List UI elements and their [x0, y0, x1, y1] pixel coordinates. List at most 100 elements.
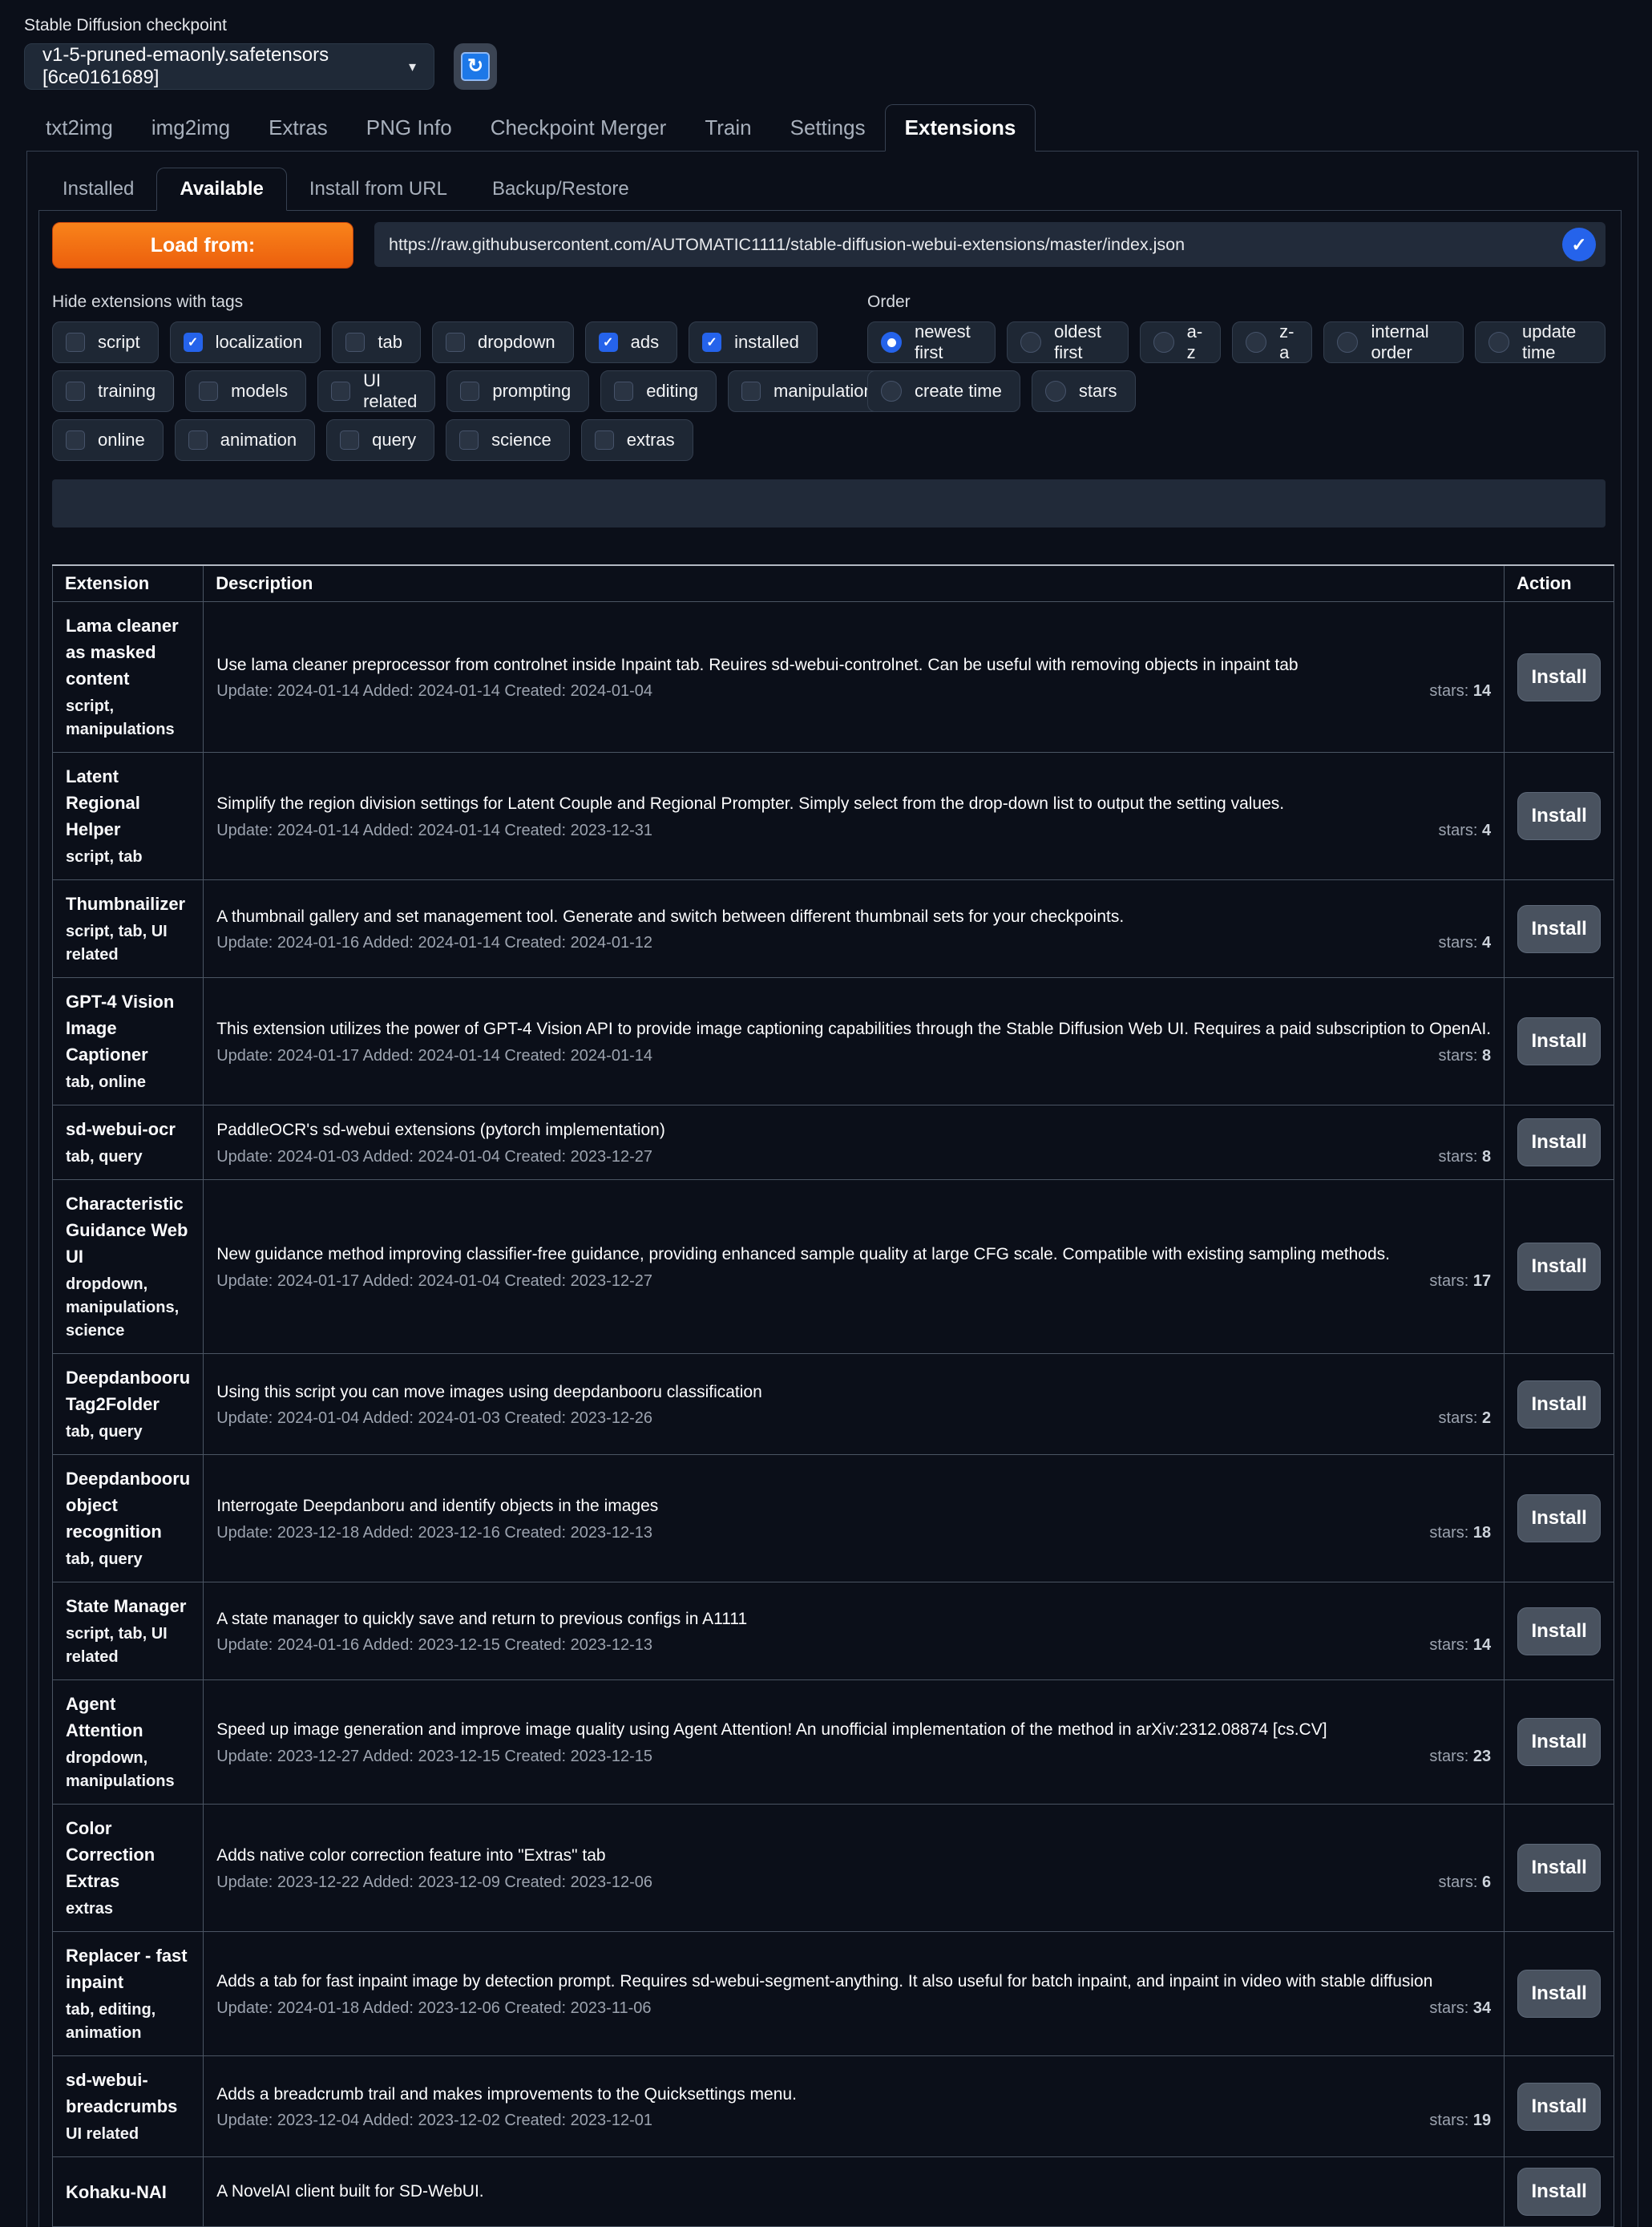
filter-chip-extras[interactable]: extras: [581, 419, 693, 461]
order-option-stars[interactable]: stars: [1032, 370, 1136, 412]
subtab-installed[interactable]: Installed: [40, 168, 156, 210]
filter-chip-models[interactable]: models: [185, 370, 306, 412]
order-option-z-a[interactable]: z-a: [1232, 321, 1312, 363]
filter-chip-label: tab: [378, 332, 402, 353]
checkbox-unchecked-icon: [340, 430, 359, 450]
filter-chip-online[interactable]: online: [52, 419, 164, 461]
filter-chip-training[interactable]: training: [52, 370, 174, 412]
extension-description: Adds native color correction feature int…: [216, 1844, 1491, 1868]
extension-description: A NovelAI client built for SD-WebUI.: [216, 2180, 1491, 2204]
tab-train[interactable]: Train: [685, 105, 770, 151]
install-button[interactable]: Install: [1517, 1970, 1601, 2018]
order-option-a-z[interactable]: a-z: [1140, 321, 1222, 363]
install-button[interactable]: Install: [1517, 905, 1601, 953]
extension-name: Characteristic Guidance Web UI: [66, 1190, 190, 1270]
install-button[interactable]: Install: [1517, 1607, 1601, 1655]
table-row: Lama cleaner as masked contentscript, ma…: [53, 602, 1614, 753]
tab-extras[interactable]: Extras: [249, 105, 347, 151]
subtab-backup-restore[interactable]: Backup/Restore: [470, 168, 652, 210]
stars-count: stars: 2: [1439, 1409, 1492, 1428]
filter-chip-label: installed: [734, 332, 799, 353]
filter-chip-label: training: [98, 381, 156, 402]
table-row: Deepdanbooru object recognition tab, quer…: [53, 1455, 1614, 1582]
checkpoint-label: Stable Diffusion checkpoint: [24, 16, 1652, 35]
table-row: Latent Regional Helperscript, tabSimplif…: [53, 753, 1614, 880]
filter-chip-localization[interactable]: ✓localization: [170, 321, 321, 363]
radio-unselected-icon: [1045, 381, 1066, 402]
checkbox-unchecked-icon: [345, 333, 365, 352]
refresh-checkpoint-button[interactable]: ↻: [454, 43, 497, 90]
tab-checkpoint-merger[interactable]: Checkpoint Merger: [471, 105, 686, 151]
stars-count: stars: 14: [1429, 682, 1491, 701]
order-option-label: create time: [915, 381, 1002, 402]
checkbox-unchecked-icon: [66, 382, 85, 401]
filter-chip-label: prompting: [492, 381, 571, 402]
checkpoint-select[interactable]: v1-5-pruned-emaonly.safetensors [6ce0161…: [24, 43, 434, 90]
radio-unselected-icon: [1246, 332, 1266, 353]
install-button[interactable]: Install: [1517, 2083, 1601, 2131]
subtab-available[interactable]: Available: [156, 168, 287, 211]
order-option-internal-order[interactable]: internal order: [1323, 321, 1464, 363]
filter-chip-installed[interactable]: ✓ installed: [689, 321, 818, 363]
filter-chip-query[interactable]: query: [326, 419, 434, 461]
extension-name: Lama cleaner as masked content: [66, 612, 190, 692]
table-row: GPT-4 Vision Image Captionertab, onlineT…: [53, 978, 1614, 1105]
extension-tags: dropdown, manipulations: [66, 1747, 190, 1793]
extension-tags: script, tab: [66, 846, 190, 869]
extension-name: sd-webui-breadcrumbs: [66, 2067, 190, 2120]
install-button[interactable]: Install: [1517, 653, 1601, 701]
radio-selected-icon: [881, 332, 902, 353]
filter-chip-tab[interactable]: tab: [332, 321, 421, 363]
stars-count: stars: 8: [1439, 1148, 1492, 1166]
extension-name: Deepdanbooru object recognition: [66, 1465, 190, 1545]
filter-chip-editing[interactable]: editing: [600, 370, 717, 412]
install-button[interactable]: Install: [1517, 1494, 1601, 1542]
install-button[interactable]: Install: [1517, 2168, 1601, 2216]
refresh-icon: ↻: [461, 52, 490, 81]
filter-chip-ui-related[interactable]: UI related: [317, 370, 435, 412]
extension-description: This extension utilizes the power of GPT…: [216, 1017, 1491, 1041]
order-option-newest-first[interactable]: newest first: [867, 321, 996, 363]
order-option-oldest-first[interactable]: oldest first: [1007, 321, 1128, 363]
install-button[interactable]: Install: [1517, 1118, 1601, 1166]
filter-chip-label: models: [231, 381, 288, 402]
extension-meta: Update: 2024-01-03 Added: 2024-01-04 Cre…: [216, 1148, 652, 1166]
order-option-label: oldest first: [1054, 321, 1109, 363]
extension-meta: Update: 2024-01-14 Added: 2024-01-14 Cre…: [216, 822, 652, 840]
extension-tags: tab, query: [66, 1548, 190, 1571]
install-button[interactable]: Install: [1517, 1844, 1601, 1892]
install-button[interactable]: Install: [1517, 1380, 1601, 1429]
filter-chip-prompting[interactable]: prompting: [446, 370, 589, 412]
tab-txt2img[interactable]: txt2img: [26, 105, 132, 151]
tab-img2img[interactable]: img2img: [132, 105, 249, 151]
load-from-button[interactable]: Load from:: [52, 222, 353, 269]
table-row: State Managerscript, tab, UI relatedA st…: [53, 1582, 1614, 1680]
install-button[interactable]: Install: [1517, 1718, 1601, 1766]
install-button[interactable]: Install: [1517, 1243, 1601, 1291]
filter-chip-script[interactable]: script: [52, 321, 159, 363]
filter-chip-ads[interactable]: ✓ads: [585, 321, 677, 363]
filter-chip-label: localization: [216, 332, 303, 353]
extension-meta: Update: 2023-12-04 Added: 2023-12-02 Cre…: [216, 2112, 652, 2130]
filter-chip-label: extras: [627, 430, 675, 451]
extension-tags: tab, query: [66, 1421, 190, 1444]
radio-unselected-icon: [1020, 332, 1041, 353]
install-button[interactable]: Install: [1517, 1017, 1601, 1065]
install-button[interactable]: Install: [1517, 792, 1601, 840]
tab-settings[interactable]: Settings: [771, 105, 885, 151]
stars-count: stars: 8: [1439, 1047, 1492, 1065]
index-url-input[interactable]: https://raw.githubusercontent.com/AUTOMA…: [374, 222, 1606, 267]
extension-name: Thumbnailizer: [66, 891, 190, 917]
table-row: Thumbnailizerscript, tab, UI relatedA th…: [53, 880, 1614, 978]
extension-name: Kohaku-NAI: [66, 2179, 190, 2205]
checkbox-checked-icon: ✓: [702, 333, 721, 352]
order-option-create-time[interactable]: create time: [867, 370, 1020, 412]
filter-chip-dropdown[interactable]: dropdown: [432, 321, 574, 363]
table-row: Kohaku-NAI A NovelAI client built for SD-…: [53, 2157, 1614, 2227]
subtab-install-from-url[interactable]: Install from URL: [287, 168, 470, 210]
order-option-update-time[interactable]: update time: [1475, 321, 1606, 363]
filter-chip-science[interactable]: science: [446, 419, 570, 461]
tab-extensions[interactable]: Extensions: [885, 104, 1036, 152]
filter-chip-animation[interactable]: animation: [175, 419, 315, 461]
tab-png-info[interactable]: PNG Info: [347, 105, 471, 151]
